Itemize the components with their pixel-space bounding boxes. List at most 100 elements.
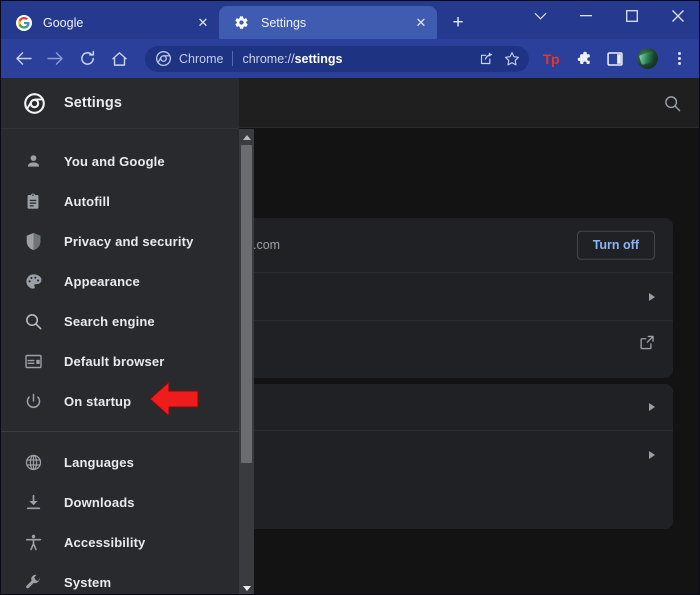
sidebar-item-languages[interactable]: Languages — [1, 442, 239, 482]
tab-title: Google — [43, 15, 84, 30]
side-panel-icon[interactable] — [600, 44, 630, 74]
external-link-icon — [639, 335, 655, 356]
tp-extension-icon[interactable]: Tp — [536, 44, 566, 74]
palette-icon — [23, 271, 43, 291]
wrench-icon — [23, 572, 43, 592]
sidebar-scrollbar[interactable] — [239, 129, 254, 594]
accessibility-icon — [23, 532, 43, 552]
page-title: Settings — [64, 95, 122, 111]
tab-search-button[interactable] — [517, 1, 563, 31]
table-row[interactable] — [233, 273, 673, 321]
power-icon — [23, 391, 43, 411]
bookmark-star-icon[interactable] — [499, 46, 525, 72]
chevron-right-icon — [649, 403, 655, 411]
sidebar-item-label: Autofill — [64, 193, 110, 209]
tab-strip: Google ✕ Settings ✕ + — [1, 1, 699, 39]
omnibox-actions — [473, 46, 525, 72]
settings-nav: You and Google Autofill Privacy and secu… — [1, 129, 239, 594]
sidebar-item-label: Default browser — [64, 353, 165, 369]
sidebar-item-appearance[interactable]: Appearance — [1, 261, 239, 301]
window-controls — [517, 1, 699, 31]
sidebar-item-you-and-google[interactable]: You and Google — [1, 141, 239, 181]
settings-header: Settings — [1, 78, 239, 129]
row-action: Turn off — [576, 230, 655, 260]
table-row[interactable] — [233, 384, 673, 431]
sidebar-item-default-browser[interactable]: Default browser — [1, 341, 239, 381]
row-label: .com — [253, 238, 281, 252]
extensions-puzzle-icon[interactable] — [568, 44, 598, 74]
chrome-menu-icon[interactable] — [664, 44, 694, 74]
security-chip-label: Chrome — [179, 51, 224, 66]
kebab-dots — [677, 57, 681, 60]
tp-extension-label: Tp — [542, 50, 560, 67]
search-icon — [23, 311, 43, 331]
sidebar-item-on-startup[interactable]: On startup — [1, 381, 239, 421]
red-arrow-pointer — [149, 379, 199, 419]
sidebar-item-system[interactable]: System — [1, 562, 239, 594]
avatar[interactable] — [632, 44, 662, 74]
url-text: chrome://settings — [242, 52, 473, 66]
clipboard-icon — [23, 191, 43, 211]
sidebar-item-autofill[interactable]: Autofill — [1, 181, 239, 221]
table-row[interactable]: .com Turn off — [233, 218, 673, 273]
row-action — [649, 450, 655, 459]
row-action — [639, 335, 655, 356]
turn-off-button[interactable]: Turn off — [576, 230, 655, 260]
new-tab-button[interactable]: + — [443, 7, 473, 37]
home-icon[interactable] — [104, 44, 134, 74]
close-icon[interactable]: ✕ — [193, 13, 213, 33]
globe-icon — [23, 452, 43, 472]
table-row[interactable] — [233, 321, 673, 369]
sidebar-item-label: Downloads — [64, 494, 135, 510]
person-icon — [23, 151, 43, 171]
chrome-logo-icon — [155, 51, 171, 67]
row-action — [649, 403, 655, 411]
close-button[interactable] — [655, 1, 699, 31]
tab-settings[interactable]: Settings ✕ — [219, 6, 437, 39]
settings-page: .com Turn off Settings You and Google Au… — [1, 78, 699, 594]
tab-google[interactable]: Google ✕ — [1, 6, 219, 39]
sidebar-item-label: On startup — [64, 393, 132, 409]
reload-icon[interactable] — [72, 44, 102, 74]
gear-icon — [233, 14, 250, 31]
sidebar-item-accessibility[interactable]: Accessibility — [1, 522, 239, 562]
settings-card-secondary — [233, 384, 673, 529]
scroll-thumb[interactable] — [241, 145, 252, 463]
browser-window: Google ✕ Settings ✕ + Chrome chrome://se… — [0, 0, 700, 595]
chevron-right-icon — [649, 292, 655, 301]
nav-top-spacer — [1, 129, 239, 141]
minimize-button[interactable] — [563, 1, 609, 31]
sidebar-item-label: Search engine — [64, 313, 155, 329]
sidebar-item-downloads[interactable]: Downloads — [1, 482, 239, 522]
sidebar-item-privacy-and-security[interactable]: Privacy and security — [1, 221, 239, 261]
chrome-logo-icon — [23, 92, 45, 114]
chevron-right-icon — [649, 450, 655, 459]
browser-window-icon — [23, 351, 43, 371]
nav-divider — [1, 431, 239, 432]
sidebar-item-label: Appearance — [64, 273, 140, 289]
forward-arrow-icon[interactable] — [40, 44, 70, 74]
share-icon[interactable] — [473, 46, 499, 72]
maximize-button[interactable] — [609, 1, 655, 31]
tab-title: Settings — [261, 15, 307, 30]
omnibox-divider — [232, 51, 234, 66]
sidebar-item-label: Privacy and security — [64, 233, 194, 249]
sidebar-item-label: Accessibility — [64, 534, 146, 550]
close-icon[interactable]: ✕ — [411, 13, 431, 33]
sidebar-item-label: Languages — [64, 454, 134, 470]
shield-icon — [23, 231, 43, 251]
table-row[interactable] — [233, 431, 673, 478]
address-bar[interactable]: Chrome chrome://settings — [145, 45, 529, 72]
url-prefix: chrome:// — [242, 51, 295, 66]
search-icon[interactable] — [661, 92, 683, 114]
browser-toolbar: Chrome chrome://settings Tp — [1, 39, 699, 78]
back-arrow-icon[interactable] — [8, 44, 38, 74]
scroll-down-arrow[interactable] — [239, 581, 254, 594]
sidebar-item-search-engine[interactable]: Search engine — [1, 301, 239, 341]
profile-avatar-image — [636, 48, 658, 69]
url-bold: settings — [294, 51, 343, 66]
google-g-icon — [15, 14, 32, 31]
sidebar-item-label: You and Google — [64, 153, 165, 169]
settings-sidebar: Settings You and Google Autofill Privacy… — [1, 78, 239, 594]
scroll-up-arrow[interactable] — [239, 130, 254, 145]
